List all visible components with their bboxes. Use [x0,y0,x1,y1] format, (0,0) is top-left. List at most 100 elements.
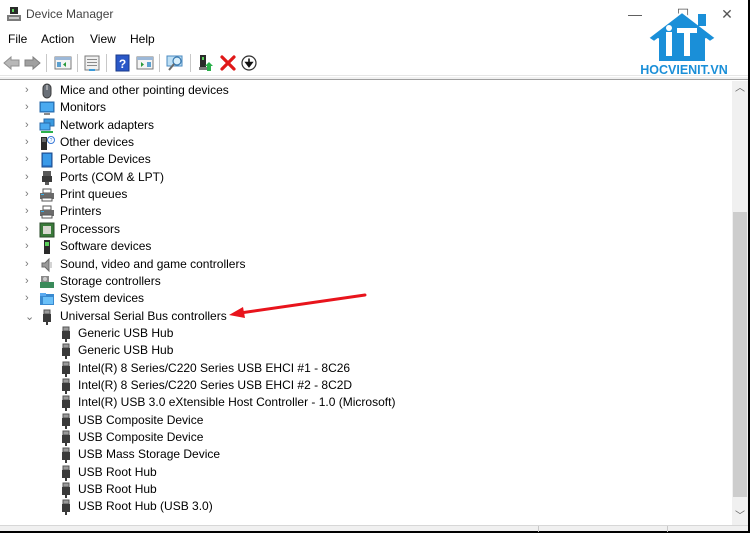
tree-category-label: Ports (COM & LPT) [60,169,165,184]
hocvienit-logo: HOCVIENIT.VN [640,11,728,76]
device-label: Generic USB Hub [78,343,174,358]
device-label: Intel(R) 8 Series/C220 Series USB EHCI #… [78,377,353,392]
tree-device-item[interactable]: USB Root Hub (USB 3.0) [0,498,700,516]
tree-category[interactable]: › Sound, video and game controllers [0,256,700,273]
svg-text:?: ? [50,138,53,144]
status-divider [667,526,668,532]
logo-text: HOCVIENIT.VN [640,63,728,76]
device-label: Intel(R) USB 3.0 eXtensible Host Control… [78,395,396,410]
tree-device-item[interactable]: USB Root Hub [0,464,700,481]
window-title: Device Manager [26,7,114,21]
tree-category[interactable]: › Monitors [0,99,700,116]
tree-category-label: Portable Devices [60,152,151,167]
tree-device-item[interactable]: USB Composite Device [0,412,700,429]
tree-category[interactable]: › Printers [0,203,700,220]
menu-help[interactable]: Help [130,32,155,46]
scroll-down-button[interactable]: ﹀ [732,509,748,525]
tree-category[interactable]: › Processors [0,221,700,238]
storage-controller-icon [40,275,54,288]
toolbar-separator [190,54,191,72]
tree-category-label: Processors [60,221,121,236]
device-label: USB Composite Device [78,430,204,444]
chevron-right-icon[interactable]: › [25,119,35,131]
network-adapter-icon [39,118,55,133]
chevron-right-icon[interactable]: › [25,223,35,235]
update-driver-icon[interactable] [197,54,215,72]
chevron-right-icon[interactable]: › [25,205,35,217]
chevron-right-icon[interactable]: › [25,136,35,148]
show-hide-action-pane-icon[interactable] [136,54,154,72]
uninstall-device-icon[interactable] [219,54,237,72]
tree-device-item[interactable]: Generic USB Hub [0,342,700,360]
software-device-icon [44,240,50,255]
tree-category[interactable]: ›? Other devices [0,134,700,151]
chevron-right-icon[interactable]: › [25,101,35,113]
processor-icon [39,222,55,238]
help-icon[interactable]: ? [114,54,132,72]
tree-device-item[interactable]: Intel(R) USB 3.0 eXtensible Host Control… [0,394,700,412]
title-bar: Device Manager — ☐ ✕ [0,0,748,29]
chevron-right-icon[interactable]: › [25,240,35,252]
tree-category[interactable]: › Ports (COM & LPT) [0,169,700,186]
show-hide-console-tree-icon[interactable] [54,54,72,72]
scrollbar-thumb[interactable] [733,212,747,497]
chevron-right-icon[interactable]: › [25,188,35,200]
usb-icon [62,447,70,464]
menu-bar: File Action View Help [0,29,748,49]
printer-icon [40,188,54,202]
menu-file[interactable]: File [8,32,27,46]
chevron-right-icon[interactable]: › [25,275,35,287]
device-manager-app-icon [7,7,21,21]
tree-device-item[interactable]: Intel(R) 8 Series/C220 Series USB EHCI #… [0,360,700,377]
chevron-right-icon[interactable]: › [25,258,35,270]
scan-hardware-icon[interactable] [166,54,184,72]
tree-category[interactable]: ⌄ Universal Serial Bus controllers [0,308,700,325]
tree-category[interactable]: › Network adapters [0,117,700,134]
tree-device-item[interactable]: USB Composite Device [0,429,700,446]
usb-icon [62,465,70,481]
usb-icon [62,430,70,446]
tree-category-label: Sound, video and game controllers [60,256,246,271]
back-arrow-icon[interactable] [3,54,21,72]
chevron-right-icon[interactable]: › [25,171,35,183]
tree-category[interactable]: › Software devices [0,238,700,255]
usb-icon [62,499,70,516]
usb-icon [62,482,70,499]
portable-device-icon [41,152,53,168]
chevron-right-icon[interactable]: › [25,84,35,96]
tree-category-label: Mice and other pointing devices [60,83,229,97]
device-manager-window: Device Manager — ☐ ✕ File Action View He… [0,0,750,533]
tree-category-label: Printers [60,204,102,219]
chevron-right-icon[interactable]: › [25,292,35,304]
toolbar-separator [159,54,160,72]
tree-category[interactable]: › System devices [0,290,700,307]
scroll-up-button[interactable]: ︿ [732,81,748,97]
tree-category[interactable]: › Mice and other pointing devices [0,82,700,99]
tree-category-label: Network adapters [60,117,155,132]
tree-device-item[interactable]: USB Mass Storage Device [0,446,700,464]
tree-category[interactable]: › Print queues [0,186,700,203]
tree-device-item[interactable]: Generic USB Hub [0,325,700,342]
tree-category-label: Software devices [60,239,152,254]
speaker-icon [41,257,52,272]
chevron-down-icon[interactable]: ⌄ [25,310,35,323]
usb-icon [62,326,70,342]
printer-icon [40,205,54,219]
device-label: USB Root Hub [78,482,157,497]
tree-device-item[interactable]: USB Root Hub [0,481,700,499]
tree-category[interactable]: › Portable Devices [0,151,700,168]
vertical-scrollbar[interactable]: ︿ ﹀ [732,81,748,525]
chevron-right-icon[interactable]: › [25,153,35,165]
usb-icon [62,395,70,412]
forward-arrow-icon[interactable] [23,54,41,72]
disable-device-icon[interactable] [240,54,258,72]
usb-icon [62,343,70,360]
properties-icon[interactable] [83,54,101,72]
menu-view[interactable]: View [90,32,116,46]
tree-category-label: Storage controllers [60,273,161,288]
tree-category[interactable]: › Storage controllers [0,273,700,290]
tree-device-item[interactable]: Intel(R) 8 Series/C220 Series USB EHCI #… [0,377,700,394]
unknown-device-icon: ? [41,136,55,151]
menu-action[interactable]: Action [41,32,74,46]
usb-icon [43,309,51,325]
